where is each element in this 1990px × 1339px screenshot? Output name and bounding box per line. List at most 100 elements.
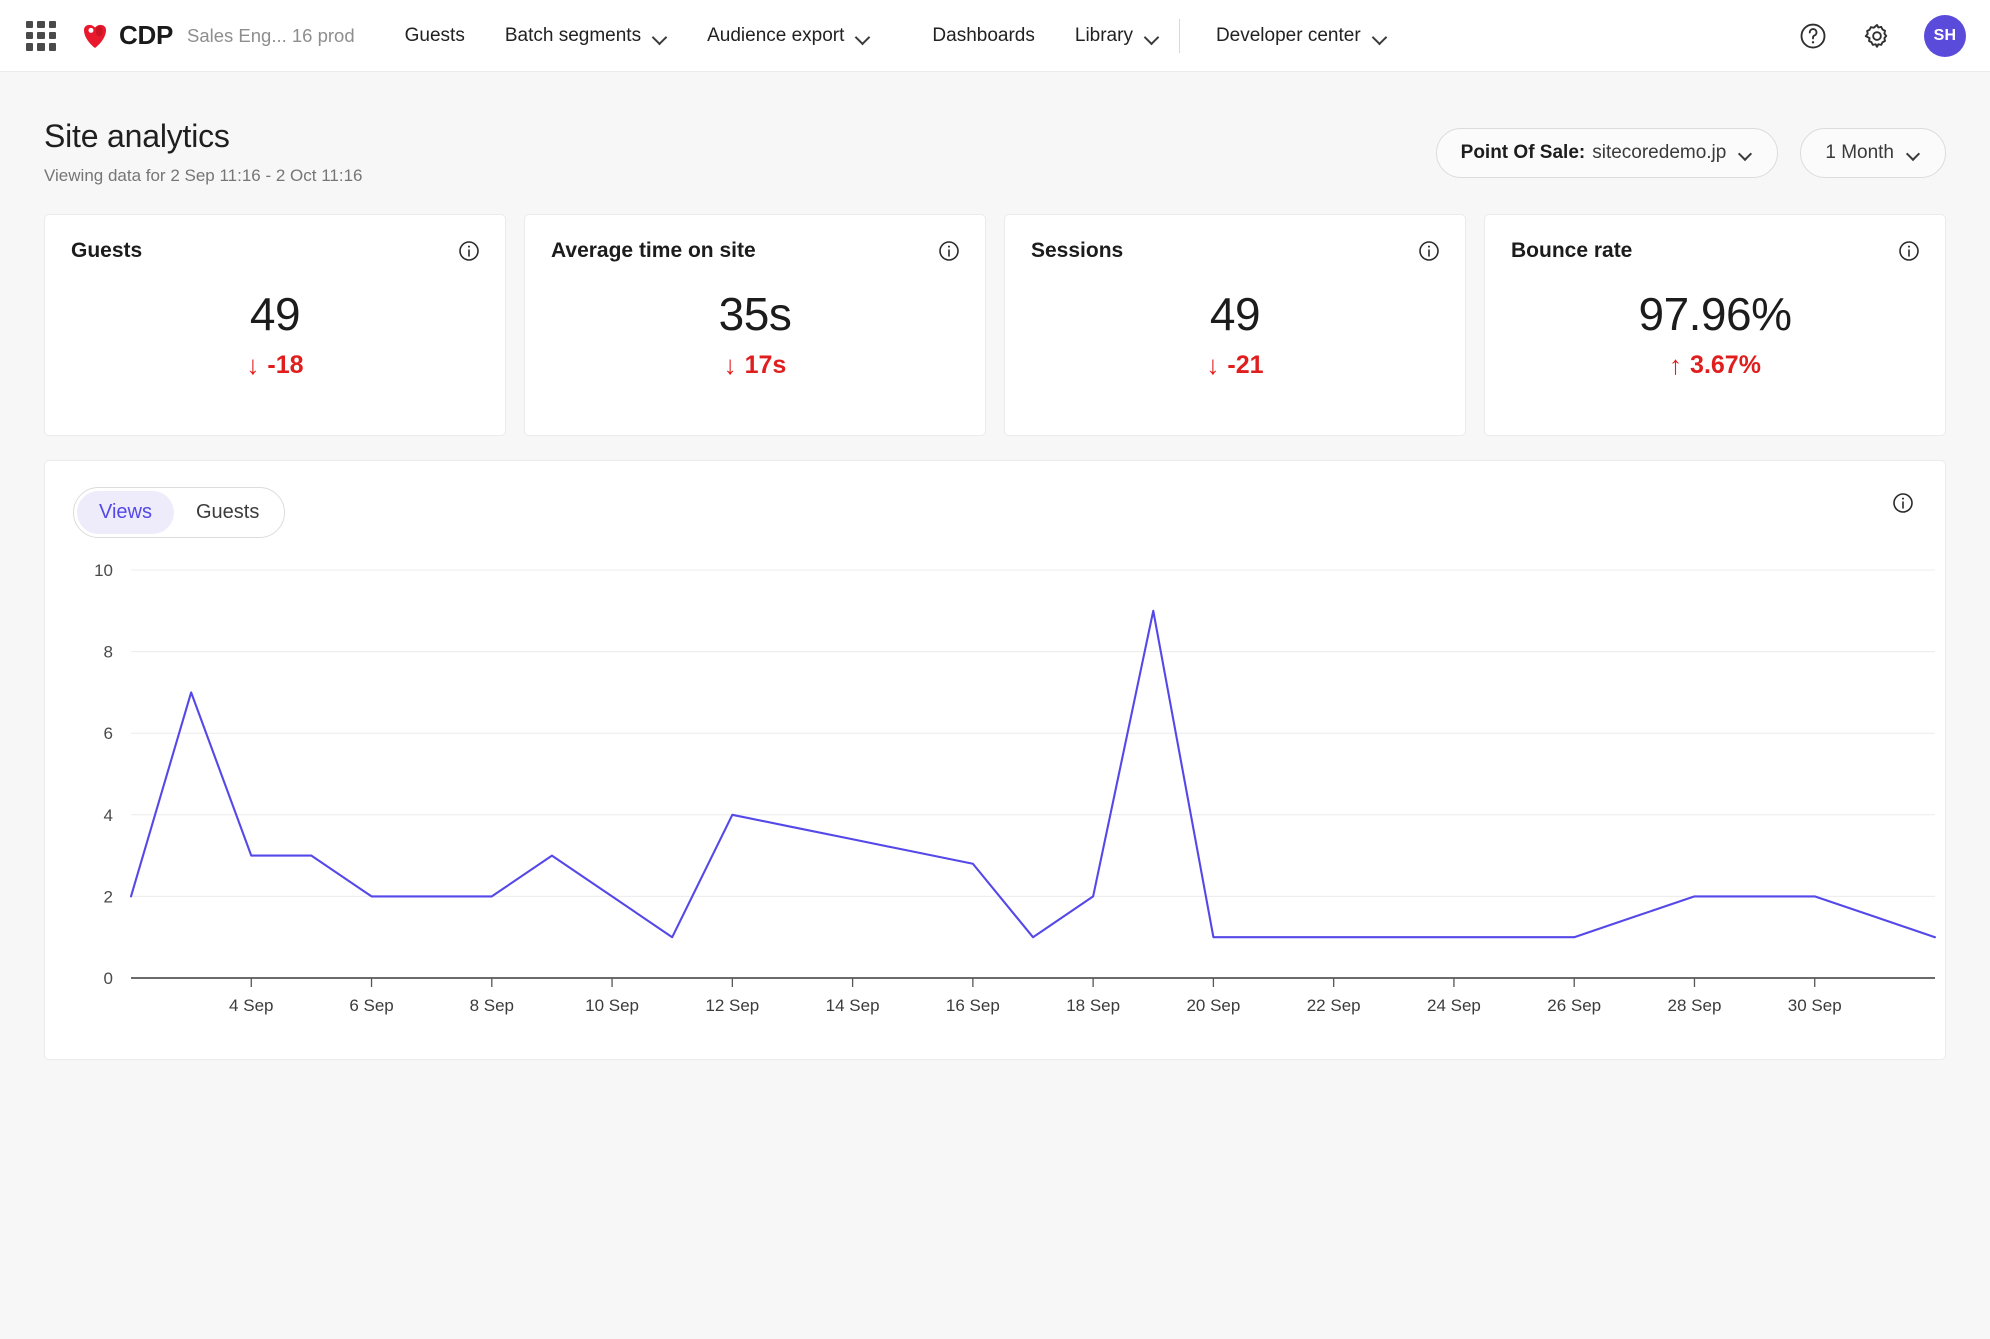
- kpi-body: 97.96% ↑ 3.67%: [1638, 288, 1792, 383]
- kpi-card-sessions: Sessions 49 ↓ -21: [1004, 214, 1466, 436]
- y-axis-tick-label: 4: [104, 806, 113, 825]
- views-chart-panel: Views Guests 0 2 4 6 8 10 4 Sep 6 Sep 8 Sep 10 Se…: [44, 460, 1946, 1060]
- kpi-value: 97.96%: [1638, 288, 1792, 341]
- kpi-title: Average time on site: [551, 239, 756, 262]
- line-chart: 0 2 4 6 8 10 4 Sep 6 Sep 8 Sep 10 Sep 12 Sep 14 Sep…: [73, 560, 1937, 1030]
- chevron-down-icon: [1374, 32, 1387, 40]
- kpi-title: Bounce rate: [1511, 239, 1633, 262]
- y-axis-tick-label: 0: [104, 969, 113, 988]
- kpi-body: 35s ↓ 17s: [719, 290, 792, 383]
- kpi-delta-value: 3.67%: [1690, 350, 1761, 379]
- x-axis-tick-label: 18 Sep: [1066, 996, 1120, 1015]
- x-axis-tick-label: 6 Sep: [349, 996, 393, 1015]
- kpi-delta: ↓ -21: [1206, 351, 1263, 380]
- x-axis-tick-label: 8 Sep: [470, 996, 514, 1015]
- kpi-card-guests: Guests 49 ↓ -18: [44, 214, 506, 436]
- info-circle-icon[interactable]: [937, 239, 961, 268]
- nav-item-audience-export[interactable]: Audience export: [697, 17, 880, 55]
- nav-divider: [1178, 18, 1180, 53]
- y-axis-tick-label: 8: [104, 643, 113, 662]
- tab-views[interactable]: Views: [77, 491, 174, 534]
- x-axis-tick-label: 10 Sep: [585, 996, 639, 1015]
- kpi-delta: ↑ 3.67%: [1638, 351, 1791, 380]
- avatar[interactable]: SH: [1924, 14, 1966, 57]
- y-axis-tick-label: 10: [94, 561, 113, 580]
- kpi-body: 49 ↓ -21: [1206, 290, 1263, 383]
- kpi-value: 35s: [718, 288, 792, 341]
- chevron-down-icon: [1740, 149, 1753, 157]
- header-controls: Point Of Sale: sitecoredemo.jp 1 Month: [1435, 118, 1946, 178]
- nav-item-dashboards[interactable]: Dashboards: [922, 17, 1044, 55]
- nav-item-label: Developer center: [1215, 24, 1361, 46]
- sitecore-logo-icon: [80, 21, 110, 51]
- kpi-delta: ↓ 17s: [719, 351, 792, 380]
- kpi-delta-value: 17s: [744, 350, 787, 379]
- x-axis-tick-label: 24 Sep: [1427, 996, 1481, 1015]
- nav-item-library[interactable]: Library: [1065, 17, 1169, 55]
- kpi-value: 49: [1209, 288, 1261, 341]
- nav-item-label: Guests: [404, 24, 465, 46]
- line-chart-svg[interactable]: 0 2 4 6 8 10 4 Sep 6 Sep 8 Sep 10 Sep 12 Sep 14 Sep…: [73, 560, 1943, 1030]
- time-range-dropdown[interactable]: 1 Month: [1800, 128, 1946, 178]
- x-axis-tick-label: 12 Sep: [705, 996, 759, 1015]
- kpi-delta-value: -18: [267, 350, 304, 379]
- page-title-block: Site analytics Viewing data for 2 Sep 11…: [44, 118, 362, 186]
- nav-item-batch-segments[interactable]: Batch segments: [495, 17, 677, 55]
- x-axis-tick-label: 16 Sep: [946, 996, 1000, 1015]
- chevron-down-icon: [1908, 149, 1921, 157]
- series-line-views: [129, 609, 1937, 939]
- brand-home-link[interactable]: CDP: [80, 20, 173, 51]
- x-axis-tick-label: 14 Sep: [826, 996, 880, 1015]
- arrow-down-icon: ↓: [1206, 350, 1220, 381]
- time-range-value: 1 Month: [1825, 142, 1894, 163]
- apps-grid-icon[interactable]: [26, 20, 56, 51]
- kpi-card-average-time-on-site: Average time on site 35s ↓ 17s: [524, 214, 986, 436]
- nav-item-label: Batch segments: [504, 24, 642, 46]
- x-axis-tick-label: 28 Sep: [1668, 996, 1722, 1015]
- info-circle-icon[interactable]: [457, 239, 481, 268]
- nav-item-label: Dashboards: [932, 24, 1035, 46]
- gear-icon[interactable]: [1860, 19, 1894, 53]
- metric-toggle-group: Views Guests: [73, 487, 286, 538]
- x-axis-tick-label: 26 Sep: [1547, 996, 1601, 1015]
- page-header: Site analytics Viewing data for 2 Sep 11…: [44, 72, 1946, 186]
- x-axis-tick-label: 22 Sep: [1307, 996, 1361, 1015]
- kpi-body: 49 ↓ -18: [246, 290, 303, 383]
- x-axis-tick-label: 4 Sep: [229, 996, 273, 1015]
- kpi-title: Sessions: [1031, 239, 1124, 262]
- kpi-value: 49: [249, 288, 301, 341]
- point-of-sale-label: Point Of Sale:: [1460, 142, 1586, 163]
- chevron-down-icon: [654, 32, 667, 40]
- y-axis-tick-label: 6: [104, 724, 113, 743]
- x-axis-tick-label: 20 Sep: [1186, 996, 1240, 1015]
- nav-item-developer-center[interactable]: Developer center: [1206, 17, 1397, 55]
- arrow-down-icon: ↓: [246, 350, 260, 381]
- point-of-sale-value: sitecoredemo.jp: [1592, 142, 1727, 163]
- kpi-delta-value: -21: [1227, 350, 1264, 379]
- page-title: Site analytics: [44, 118, 230, 154]
- kpi-title: Guests: [71, 239, 143, 262]
- page-subtitle-date-range: Viewing data for 2 Sep 11:16 - 2 Oct 11:…: [44, 166, 363, 185]
- point-of-sale-dropdown[interactable]: Point Of Sale: sitecoredemo.jp: [1435, 128, 1779, 178]
- tab-guests[interactable]: Guests: [174, 491, 281, 534]
- info-circle-icon[interactable]: [1897, 239, 1921, 268]
- kpi-card-bounce-rate: Bounce rate 97.96% ↑ 3.67%: [1484, 214, 1946, 436]
- brand-label: CDP: [119, 20, 173, 50]
- chevron-down-icon: [857, 32, 870, 40]
- info-circle-icon[interactable]: [1891, 491, 1915, 520]
- nav-item-guests[interactable]: Guests: [395, 17, 475, 55]
- chevron-down-icon: [1146, 32, 1159, 40]
- x-axis-tick-label: 30 Sep: [1788, 996, 1842, 1015]
- info-circle-icon[interactable]: [1417, 239, 1441, 268]
- nav-item-label: Audience export: [707, 24, 845, 46]
- kpi-delta: ↓ -18: [246, 351, 303, 380]
- top-navigation-bar: CDP Sales Eng... 16 prod Guests Batch se…: [0, 0, 1990, 72]
- nav-item-label: Library: [1074, 24, 1133, 46]
- help-circle-icon[interactable]: [1796, 19, 1830, 53]
- page-content: Site analytics Viewing data for 2 Sep 11…: [0, 72, 1990, 1060]
- kpi-card-row: Guests 49 ↓ -18 Average time on site 35s…: [44, 214, 1946, 436]
- nav-right-group: SH: [1796, 14, 1966, 57]
- tenant-name: Sales Eng... 16 prod: [187, 24, 355, 46]
- arrow-down-icon: ↓: [723, 350, 737, 381]
- y-axis-tick-label: 2: [104, 887, 113, 906]
